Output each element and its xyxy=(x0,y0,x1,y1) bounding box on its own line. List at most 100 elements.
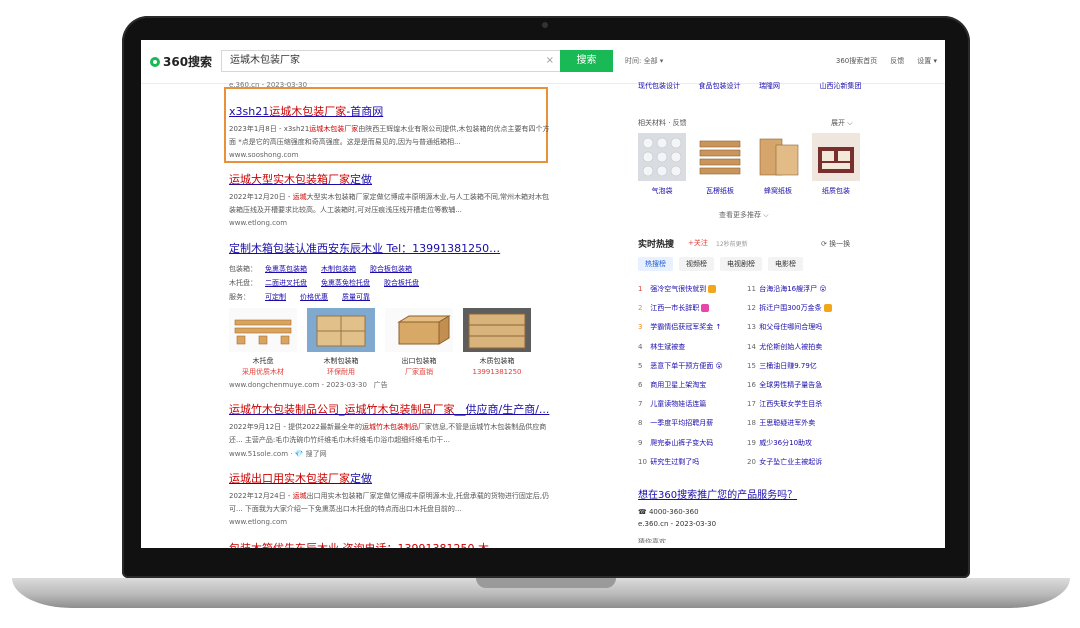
promo-link[interactable]: 想在360搜索推广您的产品服务吗？ xyxy=(638,486,797,501)
hot-rank: 16 xyxy=(747,381,756,390)
timber-box-image xyxy=(463,308,531,352)
result-title[interactable]: 运城出口用实木包装厂家定做 xyxy=(229,470,551,486)
hot-rank: 13 xyxy=(747,323,756,332)
export-box-image xyxy=(385,308,453,352)
ad-link-row-1: 包装箱： 免熏蒸包装箱 木制包装箱 胶合板包装箱 xyxy=(229,265,412,273)
materials-list: 气泡袋 瓦楞纸板 蜂窝纸板 纸质包装 xyxy=(638,133,860,196)
refresh-button[interactable]: ⟳ 换一换 xyxy=(821,239,850,249)
materials-expand[interactable]: 展开 ⌵ xyxy=(831,118,853,128)
result-title[interactable]: 运城大型实木包装箱厂家定做 xyxy=(229,171,551,187)
camera xyxy=(542,22,548,28)
hot-badge-icon xyxy=(708,285,717,293)
nav-feedback[interactable]: 反馈 xyxy=(890,56,904,66)
hot-item[interactable]: 3 学霸情侣获冠军奖金 ↑ xyxy=(638,318,723,337)
tab-hot[interactable]: 热搜榜 xyxy=(638,257,673,271)
hot-rank: 14 xyxy=(747,342,756,351)
hot-item[interactable]: 15 三桶油日赚9.79亿 xyxy=(747,357,832,376)
material-item[interactable]: 瓦楞纸板 xyxy=(696,133,744,196)
bubble-bag-image xyxy=(638,133,686,181)
related-link[interactable]: 瑞隆网 xyxy=(759,81,808,92)
honeycomb-board-image xyxy=(754,133,802,181)
hot-rank: 18 xyxy=(747,419,756,428)
result-desc: 2022年12月24日 - 运城出口用实木包装箱厂家定做亿博成丰原明源木业,托盘… xyxy=(229,492,550,513)
hot-item[interactable]: 16 全球男性精子量告急 xyxy=(747,376,832,395)
hot-text: 拆迁户围300万金条 xyxy=(757,304,822,313)
hot-item[interactable]: 4 林生斌被查 xyxy=(638,338,723,357)
clear-icon[interactable]: × xyxy=(546,51,554,71)
hot-item[interactable]: 20 女子坠亡业主被起诉 xyxy=(747,453,832,472)
related-links: 现代包装设计 食品包装设计 瑞隆网 山西沁新集团 xyxy=(638,81,868,92)
nav-settings[interactable]: 设置 ▾ xyxy=(917,56,937,66)
result-ad: 定制木箱包装认准西安东辰木业 Tel：13991381250… 包装箱： 免熏蒸包… xyxy=(229,240,551,390)
tab-tv[interactable]: 电视剧榜 xyxy=(720,257,762,271)
tab-video[interactable]: 视频榜 xyxy=(679,257,714,271)
hot-text: 一季度平均招聘月薪 xyxy=(648,419,714,428)
hot-item[interactable]: 11 台海沿海16艘浮尸 😮 xyxy=(747,280,832,299)
promo-site[interactable]: e.360.cn - 2023-03-30 xyxy=(638,518,716,530)
hot-text: 儿童读物娃话连篇 xyxy=(648,400,707,409)
logo-text: 360搜索 xyxy=(163,55,213,69)
new-badge-icon xyxy=(701,304,710,313)
paper-package-image xyxy=(812,133,860,181)
ad-link-row-2: 木托盘： 二面进叉托盘 免熏蒸免检托盘 胶合板托盘 xyxy=(229,279,419,287)
hot-tabs: 热搜榜 视频榜 电视剧榜 电影榜 xyxy=(638,257,803,271)
hot-item[interactable]: 1 强冷空气很快就到 xyxy=(638,280,723,299)
hot-item[interactable]: 18 王思聪疑进军外卖 xyxy=(747,414,832,433)
result-desc: 2022年12月20日 - 运城大型实木包装箱厂家定做亿博成丰原明源木业,与人工… xyxy=(229,193,550,214)
material-item[interactable]: 纸质包装 xyxy=(812,133,860,196)
hot-item[interactable]: 8 一季度平均招聘月薪 xyxy=(638,414,723,433)
hot-rank: 15 xyxy=(747,361,756,370)
hot-rank: 1 xyxy=(638,285,643,293)
material-item[interactable]: 气泡袋 xyxy=(638,133,686,196)
hot-item[interactable]: 19 威少36分10助攻 xyxy=(747,434,832,453)
hot-item[interactable]: 7 儿童读物娃话连篇 xyxy=(638,395,723,414)
hot-rank: 8 xyxy=(638,419,643,428)
search-header: 360搜索 运城木包装厂家 × 搜索 时间: 全部 ▾ 360搜索首页 反馈 设… xyxy=(141,40,945,84)
product-export-box[interactable]: 出口包装箱 厂家直销 xyxy=(385,308,453,378)
hot-item[interactable]: 2 江西一市长辞职 xyxy=(638,299,723,318)
hot-item[interactable]: 5 恶意下单干预方便面 😮 xyxy=(638,357,723,376)
result-1: x3sh21运城木包装厂家-首商网 2023年1月8日 - x3sh21运城木包… xyxy=(229,103,551,159)
material-item[interactable]: 蜂窝纸板 xyxy=(754,133,802,196)
ad-title[interactable]: 定制木箱包装认准西安东辰木业 Tel：13991381250… xyxy=(229,240,551,256)
search-input[interactable]: 运城木包装厂家 × xyxy=(221,50,560,72)
hot-rank: 7 xyxy=(638,400,643,409)
hot-item[interactable]: 12 拆迁户围300万金条 xyxy=(747,299,832,318)
search-button[interactable]: 搜索 xyxy=(560,50,613,72)
nav-home[interactable]: 360搜索首页 xyxy=(836,56,877,66)
result-title[interactable]: 运城竹木包装制品公司_运城竹木包装制品厂家__供应商/生产商/... xyxy=(229,401,551,417)
result-2: 运城大型实木包装箱厂家定做 2022年12月20日 - 运城大型实木包装箱厂家定… xyxy=(229,171,551,227)
hot-text: 王思聪疑进军外卖 xyxy=(757,419,816,428)
hot-item[interactable]: 10 研究生过剩了吗 xyxy=(638,453,723,472)
hot-item[interactable]: 17 江西失联女学生目杀 xyxy=(747,395,832,414)
result-title[interactable]: 包装木箱优先东辰木业 咨询电话：13991381250 木... xyxy=(229,540,551,548)
hot-item[interactable]: 6 商用卫星上架淘宝 xyxy=(638,376,723,395)
materials-title: 相关材料 · 反馈 xyxy=(638,119,687,127)
product-pallet[interactable]: 木托盘 采用优质木材 xyxy=(229,308,297,378)
time-filter[interactable]: 时间: 全部 ▾ xyxy=(625,56,663,66)
laptop-notch xyxy=(476,578,616,588)
hot-item[interactable]: 13 和父母住哪间合理吗 xyxy=(747,318,832,337)
follow-button[interactable]: +关注 xyxy=(688,238,708,248)
product-wooden-box[interactable]: 木制包装箱 环保耐用 xyxy=(307,308,375,378)
hot-list-right: 11 台海沿海16艘浮尸 😮 12 拆迁户围300万金条 13 和父母住哪间合理吗 1… xyxy=(747,280,832,472)
hot-text: 江西一市长辞职 xyxy=(648,304,700,313)
hot-rank: 19 xyxy=(747,438,756,447)
related-link[interactable]: 现代包装设计 xyxy=(638,81,687,92)
tab-movie[interactable]: 电影榜 xyxy=(768,257,803,271)
related-link[interactable]: 食品包装设计 xyxy=(699,81,748,92)
more-recommend[interactable]: 查看更多推荐 ⌵ xyxy=(719,210,769,220)
result-title[interactable]: x3sh21运城木包装厂家-首商网 xyxy=(229,103,551,119)
promo-phone: ☎ 4000-360-360 xyxy=(638,508,699,516)
hot-text: 商用卫星上架淘宝 xyxy=(648,381,707,390)
hot-text: 恶意下单干预方便面 😮 xyxy=(648,361,723,370)
result-5: 运城出口用实木包装厂家定做 2022年12月24日 - 运城出口用实木包装箱厂家… xyxy=(229,470,551,526)
product-timber-box[interactable]: 木质包装箱 13991381250 xyxy=(463,308,531,378)
logo[interactable]: 360搜索 xyxy=(150,53,212,70)
related-link[interactable]: 山西沁新集团 xyxy=(820,81,869,92)
ad-url: www.dongchenmuye.com - 2023-03-30 广告 xyxy=(229,381,388,389)
result-url: www.etlong.com xyxy=(229,219,288,227)
hot-item[interactable]: 9 爬完泰山裤子变大码 xyxy=(638,434,723,453)
hot-item[interactable]: 14 尤伦斯创始人被拍卖 xyxy=(747,338,832,357)
hot-rank: 20 xyxy=(747,457,756,466)
